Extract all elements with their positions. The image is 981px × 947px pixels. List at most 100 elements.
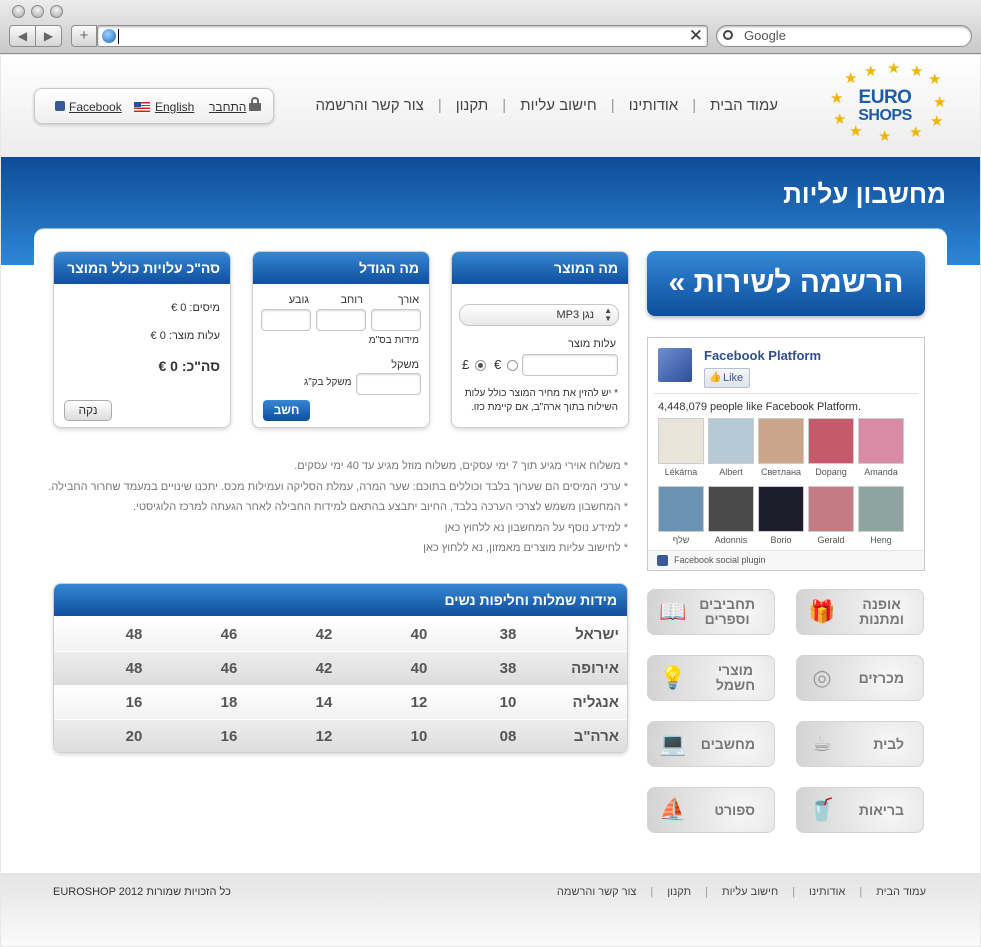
nav-home[interactable]: עמוד הבית <box>710 97 778 114</box>
category-label: בריאות <box>859 787 904 833</box>
fan-name: Gerald <box>817 535 845 545</box>
category-label-line: בריאות <box>858 801 904 818</box>
close-window-button[interactable] <box>12 5 25 18</box>
category-button[interactable]: 📖 תחביבים וספרים <box>647 589 775 635</box>
note-line: * ערכי המיסים הם שערוך בלבד וכוללים בתוכ… <box>48 480 628 493</box>
star-icon: ★ <box>878 128 892 145</box>
search-field[interactable]: Google <box>716 25 972 47</box>
footer-calculator-link[interactable]: חישוב עליות <box>722 886 778 898</box>
facebook-fan[interactable]: Dopang <box>808 418 854 477</box>
back-button[interactable]: ◀ <box>9 25 36 47</box>
height-input[interactable] <box>261 309 311 331</box>
product-card-title: מה המוצר <box>452 252 628 284</box>
facebook-fan[interactable]: Lékárna <box>658 418 704 477</box>
note-link[interactable]: * למידע נוסף על המחשבון נא ללחוץ כאן <box>28 522 628 543</box>
size-cell: 08 <box>499 728 517 745</box>
fan-avatar[interactable] <box>858 418 904 464</box>
region-name: אנגליה <box>572 694 619 711</box>
main-nav: עמוד הבית | אודותינו | חישוב עליות | תקנ… <box>315 97 778 114</box>
fan-avatar[interactable] <box>658 418 704 464</box>
category-button[interactable]: 🥤 בריאות <box>796 787 924 833</box>
total-card-title: סה"כ עלויות כולל המוצר <box>54 252 230 284</box>
product-select[interactable]: נגן MP3 ▲ ▼ <box>459 304 619 326</box>
facebook-fan[interactable]: Светлана <box>758 418 804 477</box>
clear-button[interactable]: נקה <box>64 400 112 421</box>
region-name: אירופה <box>571 660 619 677</box>
search-placeholder: Google <box>744 28 786 43</box>
note-link[interactable]: * לחישוב עליות מוצרים מאמזון, נא ללחוץ כ… <box>28 542 628 563</box>
facebook-link[interactable]: Facebook <box>69 100 122 114</box>
footer-separator: | <box>650 886 654 898</box>
facebook-fan[interactable]: שלף <box>658 486 704 545</box>
weight-input[interactable] <box>356 373 421 395</box>
forward-button[interactable]: ▶ <box>35 25 62 47</box>
facebook-fan[interactable]: Albert <box>708 418 754 477</box>
cost-input[interactable] <box>522 354 618 376</box>
footer-terms-link[interactable]: תקנון <box>667 886 691 898</box>
size-card-title: מה הגודל <box>253 252 429 284</box>
footer-home-link[interactable]: עמוד הבית <box>876 886 926 898</box>
facebook-fan[interactable]: Gerald <box>808 486 854 545</box>
footer-nav: עמוד הבית | אודותינו | חישוב עליות | תקנ… <box>557 886 926 898</box>
category-label-line: מכרזים <box>858 669 904 686</box>
region-name: ישראל <box>575 626 619 643</box>
category-button[interactable]: 🎁 אופנה ומתנות <box>796 589 924 635</box>
length-label: אורך <box>397 294 419 306</box>
footer-separator: | <box>859 886 863 898</box>
facebook-fan[interactable]: Heng <box>858 486 904 545</box>
laptop-icon: 💻 <box>659 731 687 756</box>
register-promo-button[interactable]: הרשמה לשירות » <box>647 251 925 316</box>
address-bar[interactable]: ✕ <box>97 25 708 47</box>
nav-about[interactable]: אודותינו <box>629 97 679 114</box>
euro-radio[interactable] <box>507 360 518 371</box>
category-label-line: וספרים <box>704 611 750 627</box>
search-icon <box>723 30 733 40</box>
nav-contact[interactable]: צור קשר והרשמה <box>315 97 423 114</box>
fan-avatar[interactable] <box>708 486 754 532</box>
fan-avatar[interactable] <box>858 486 904 532</box>
footer-about-link[interactable]: אודותינו <box>809 886 845 898</box>
text-caret <box>118 29 119 44</box>
web-page: ★ ★ ★ ★ ★ ★ ★ ★ ★ ★ ★ ★ EURO SHOPS עמוד … <box>1 55 980 946</box>
facebook-fan[interactable]: Amanda <box>858 418 904 477</box>
facebook-plugin-footer[interactable]: Facebook social plugin <box>648 550 924 570</box>
calculate-button[interactable]: חשב <box>263 400 310 421</box>
size-cell: 42 <box>315 660 333 677</box>
facebook-fan[interactable]: Borio <box>758 486 804 545</box>
category-button[interactable]: ☕ לבית <box>796 721 924 767</box>
nav-calculator[interactable]: חישוב עליות <box>520 97 597 114</box>
star-icon: ★ <box>928 71 942 88</box>
category-button[interactable]: 💻 מחשבים <box>647 721 775 767</box>
euroshops-logo[interactable]: ★ ★ ★ ★ ★ ★ ★ ★ ★ ★ ★ ★ EURO SHOPS <box>827 61 946 145</box>
dims-note: מידות בס"מ <box>368 335 419 346</box>
nav-separator: | <box>502 97 507 114</box>
size-card: מה הגודל אורך רוחב גובע מידות בס"מ משקל … <box>252 251 430 428</box>
us-flag-icon <box>134 102 150 112</box>
login-link[interactable]: התחבר <box>209 100 246 114</box>
facebook-fan[interactable]: Adonnis <box>708 486 754 545</box>
width-input[interactable] <box>316 309 366 331</box>
minimize-window-button[interactable] <box>31 5 44 18</box>
select-arrows-icon: ▲ ▼ <box>604 306 612 323</box>
zoom-window-button[interactable] <box>50 5 63 18</box>
category-button[interactable]: 💡 מוצרי חשמל <box>647 655 775 701</box>
length-input[interactable] <box>371 309 421 331</box>
clear-address-icon[interactable]: ✕ <box>689 26 703 46</box>
facebook-like-button[interactable]: Like <box>704 368 750 388</box>
english-link[interactable]: English <box>155 100 194 114</box>
category-button[interactable]: ◎ מכרזים <box>796 655 924 701</box>
facebook-page-title[interactable]: Facebook Platform <box>704 348 821 363</box>
fan-avatar[interactable] <box>758 486 804 532</box>
pound-radio[interactable] <box>475 360 486 371</box>
fan-avatar[interactable] <box>708 418 754 464</box>
nav-terms[interactable]: תקנון <box>456 97 489 114</box>
add-bookmark-button[interactable]: + <box>71 25 97 47</box>
total-cost-card: סה"כ עלויות כולל המוצר מיסים: 0 € עלות מ… <box>53 251 231 428</box>
category-button[interactable]: ⛵ ספורט <box>647 787 775 833</box>
fan-avatar[interactable] <box>758 418 804 464</box>
footer-contact-link[interactable]: צור קשר והרשמה <box>557 886 637 898</box>
width-label: רוחב <box>340 294 363 306</box>
fan-avatar[interactable] <box>658 486 704 532</box>
fan-avatar[interactable] <box>808 418 854 464</box>
fan-avatar[interactable] <box>808 486 854 532</box>
